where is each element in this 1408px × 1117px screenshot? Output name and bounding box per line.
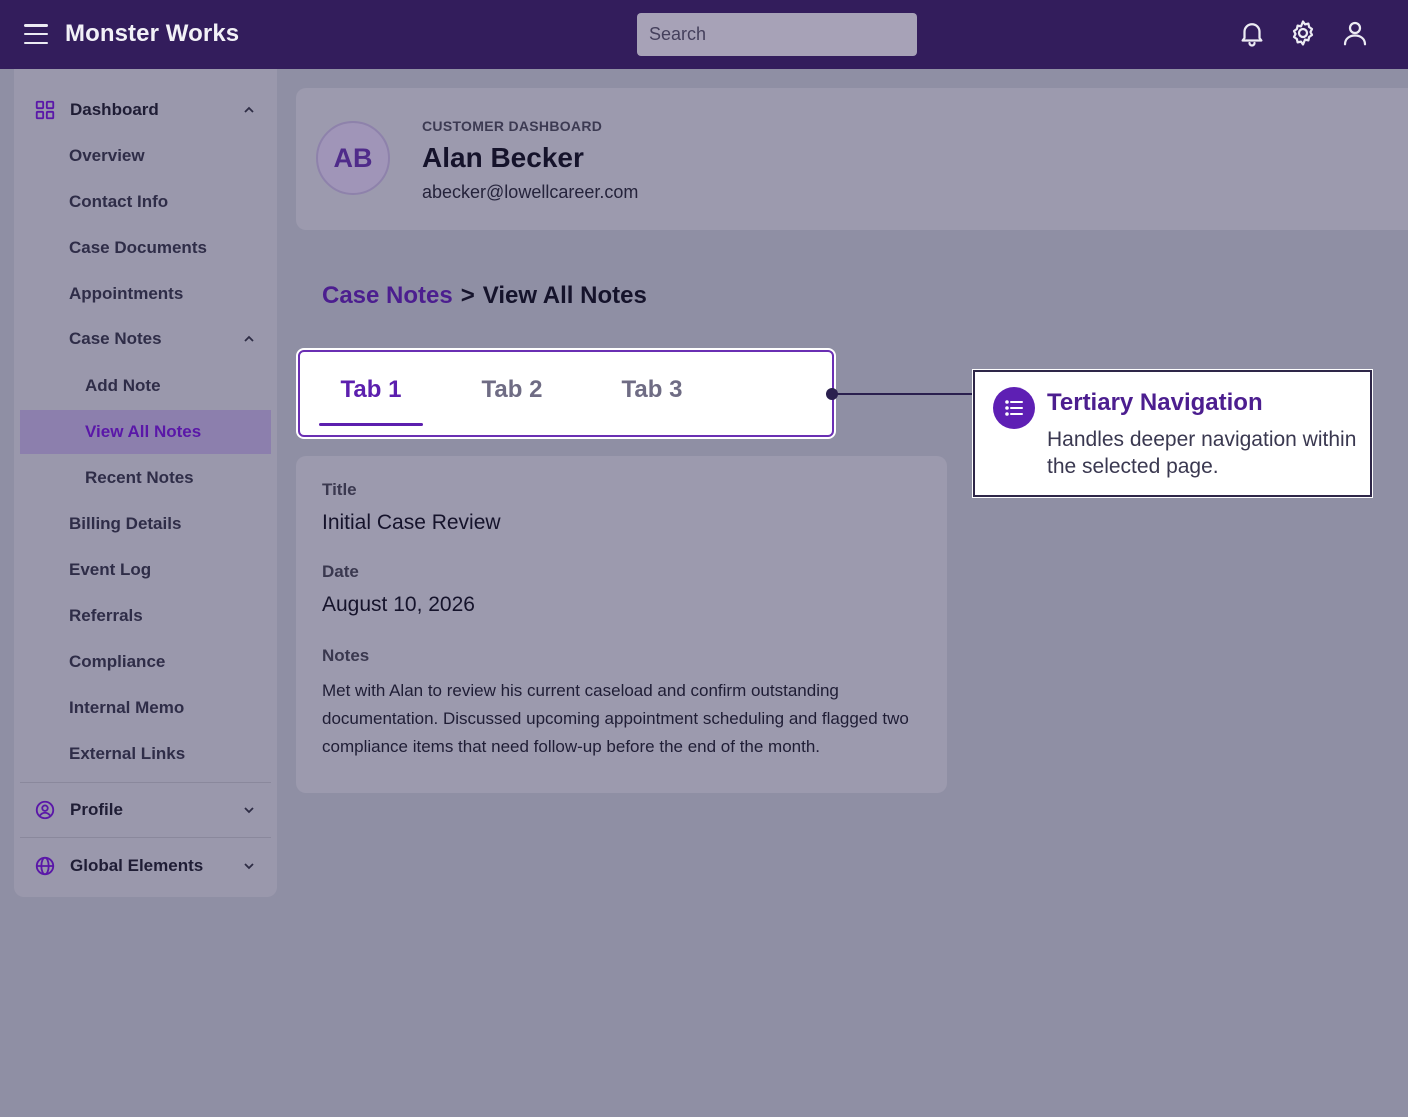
sidebar-item-recent-notes[interactable]: Recent Notes	[14, 456, 277, 500]
breadcrumb-current: View All Notes	[482, 282, 647, 309]
chevron-up-icon[interactable]	[241, 102, 257, 118]
sidebar-item-label: Contact Info	[69, 192, 169, 211]
callout-description: Handles deeper navigation within the sel…	[1047, 428, 1357, 478]
customer-name: Alan Becker	[422, 142, 584, 173]
sidebar-item-label: Add Note	[85, 376, 161, 395]
user-circle-icon	[34, 799, 56, 821]
bell-icon[interactable]	[1237, 18, 1267, 48]
callout-connector-dot	[826, 388, 838, 400]
dashboard-eyebrow: CUSTOMER DASHBOARD	[422, 118, 603, 134]
sidebar-item-profile[interactable]: Profile	[14, 788, 277, 832]
breadcrumb-separator: >	[460, 282, 475, 309]
sidebar-item-label: Dashboard	[70, 100, 159, 119]
notes-label: Notes	[322, 646, 370, 665]
sidebar-item-label: Profile	[70, 800, 123, 819]
tab-2[interactable]: Tab 2	[460, 376, 564, 428]
annotation-callout: Tertiary Navigation Handles deeper navig…	[973, 370, 1372, 497]
sidebar-item-view-all-notes[interactable]: View All Notes	[20, 410, 271, 454]
sidebar-item-label: Compliance	[69, 652, 166, 671]
user-icon[interactable]	[1340, 18, 1370, 48]
chevron-down-icon[interactable]	[241, 802, 257, 818]
sidebar-item-global-elements[interactable]: Global Elements	[14, 844, 277, 888]
sidebar-item-add-note[interactable]: Add Note	[14, 364, 277, 408]
divider	[20, 782, 271, 783]
sidebar-item-label: Appointments	[69, 284, 184, 303]
sidebar-item-internal-memo[interactable]: Internal Memo	[14, 686, 277, 730]
date-value: August 10, 2026	[322, 593, 475, 616]
chevron-up-icon[interactable]	[241, 331, 257, 347]
sidebar-item-referrals[interactable]: Referrals	[14, 594, 277, 638]
customer-email: abecker@lowellcareer.com	[422, 182, 639, 202]
sidebar-item-label: Overview	[69, 146, 145, 165]
tertiary-tabs: Tab 1 Tab 2 Tab 3	[298, 350, 834, 437]
sidebar-item-label: Global Elements	[70, 856, 204, 875]
sidebar-item-label: View All Notes	[85, 422, 202, 441]
sidebar-item-dashboard[interactable]: Dashboard	[14, 88, 277, 132]
avatar: AB	[316, 121, 390, 195]
top-app-bar: Monster Works	[0, 0, 1408, 69]
active-tab-indicator	[319, 423, 423, 426]
chevron-down-icon[interactable]	[241, 858, 257, 874]
callout-title: Tertiary Navigation	[1047, 389, 1263, 416]
sidebar-item-overview[interactable]: Overview	[14, 134, 277, 178]
divider	[20, 837, 271, 838]
menu-icon[interactable]	[24, 24, 48, 44]
sidebar-item-label: Recent Notes	[85, 468, 194, 487]
list-icon	[993, 387, 1035, 429]
sidebar-item-compliance[interactable]: Compliance	[14, 640, 277, 684]
note-detail-card: Title Initial Case Review Date August 10…	[296, 456, 947, 793]
sidebar: Dashboard Overview Contact Info Case Doc…	[14, 69, 277, 897]
app-title: Monster Works	[65, 20, 240, 47]
tab-1[interactable]: Tab 1	[319, 376, 423, 428]
search-input[interactable]	[637, 13, 917, 56]
notes-body: Met with Alan to review his current case…	[322, 681, 909, 756]
gear-icon[interactable]	[1288, 18, 1318, 48]
sidebar-item-label: Event Log	[69, 560, 152, 579]
sidebar-item-label: Billing Details	[69, 514, 182, 533]
breadcrumb: Case Notes > View All Notes	[322, 282, 647, 310]
tab-3[interactable]: Tab 3	[600, 376, 704, 428]
sidebar-item-label: Internal Memo	[69, 698, 185, 717]
title-value: Initial Case Review	[322, 511, 501, 534]
sidebar-item-billing-details[interactable]: Billing Details	[14, 502, 277, 546]
sidebar-item-external-links[interactable]: External Links	[14, 732, 277, 776]
callout-connector-line	[836, 393, 974, 395]
sidebar-item-label: Case Notes	[69, 329, 162, 348]
grid-icon	[34, 99, 56, 121]
sidebar-item-label: External Links	[69, 744, 186, 763]
sidebar-item-label: Referrals	[69, 606, 143, 625]
sidebar-item-case-documents[interactable]: Case Documents	[14, 226, 277, 270]
sidebar-item-case-notes[interactable]: Case Notes	[14, 317, 277, 361]
sidebar-item-event-log[interactable]: Event Log	[14, 548, 277, 592]
customer-header-card: AB CUSTOMER DASHBOARD Alan Becker abecke…	[296, 88, 1408, 230]
breadcrumb-link-case-notes[interactable]: Case Notes	[322, 282, 453, 310]
sidebar-item-appointments[interactable]: Appointments	[14, 272, 277, 316]
sidebar-item-label: Case Documents	[69, 238, 207, 257]
sidebar-item-contact-info[interactable]: Contact Info	[14, 180, 277, 224]
globe-icon	[34, 855, 56, 877]
title-label: Title	[322, 480, 357, 499]
date-label: Date	[322, 562, 359, 581]
